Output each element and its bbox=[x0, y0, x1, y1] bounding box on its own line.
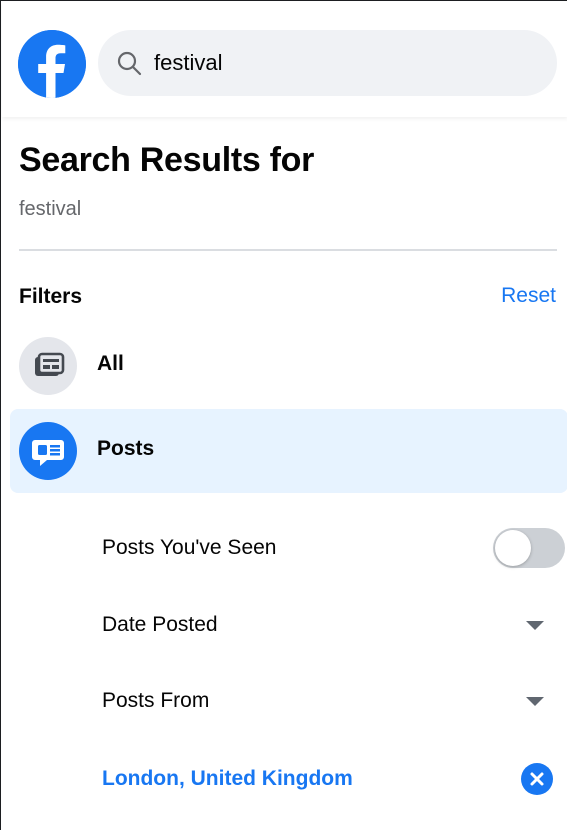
reset-button[interactable]: Reset bbox=[501, 284, 556, 308]
caret-down-icon bbox=[526, 621, 544, 630]
filters-heading: Filters bbox=[19, 285, 83, 308]
caret-down-icon bbox=[526, 697, 544, 706]
filter-item-posts[interactable]: Posts bbox=[10, 409, 567, 493]
clear-location-button[interactable] bbox=[521, 763, 553, 795]
all-results-icon bbox=[19, 337, 77, 395]
search-filters-panel: festival Search Results for festival Fil… bbox=[0, 0, 567, 830]
toggle-knob bbox=[495, 530, 531, 566]
page-title: Search Results for bbox=[19, 141, 315, 179]
posts-icon bbox=[19, 422, 77, 480]
posts-from-dropdown[interactable]: Posts From bbox=[102, 681, 567, 721]
filter-item-label: Posts bbox=[97, 437, 155, 460]
location-filter: London, United Kingdom bbox=[102, 759, 567, 799]
close-icon bbox=[530, 772, 544, 786]
posts-from-label: Posts From bbox=[102, 689, 210, 712]
date-posted-dropdown[interactable]: Date Posted bbox=[102, 605, 567, 645]
search-box[interactable]: festival bbox=[98, 30, 557, 96]
posts-seen-toggle[interactable] bbox=[493, 528, 565, 568]
search-icon bbox=[115, 49, 143, 77]
search-input[interactable]: festival bbox=[154, 49, 222, 77]
posts-seen-label: Posts You've Seen bbox=[102, 536, 277, 559]
search-query-text: festival bbox=[19, 198, 82, 220]
filter-item-all[interactable]: All bbox=[10, 324, 567, 408]
filter-item-label: All bbox=[97, 352, 124, 375]
posts-seen-filter: Posts You've Seen bbox=[102, 528, 567, 568]
location-link[interactable]: London, United Kingdom bbox=[102, 767, 353, 791]
facebook-logo-icon[interactable] bbox=[18, 30, 86, 98]
date-posted-label: Date Posted bbox=[102, 613, 218, 636]
divider bbox=[19, 249, 557, 251]
